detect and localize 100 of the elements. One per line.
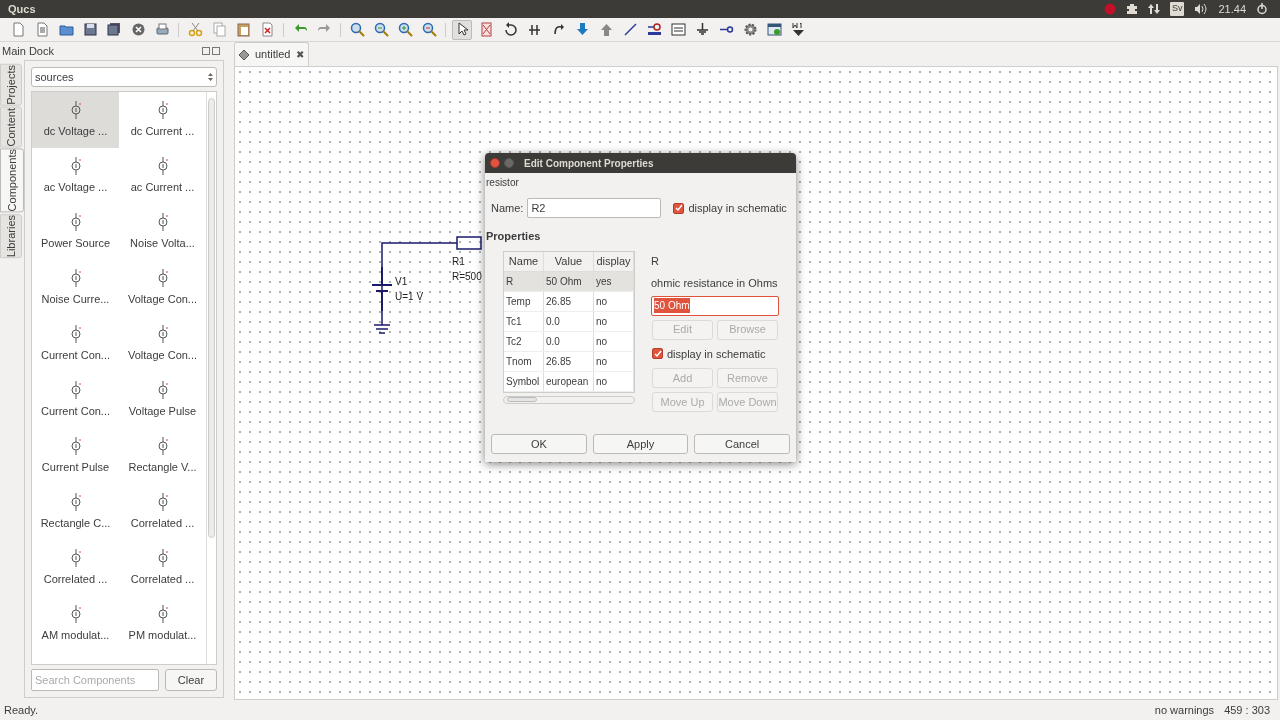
name-field[interactable]: R2 — [527, 198, 662, 218]
component-item[interactable]: Current Con... — [32, 316, 119, 372]
property-name: R — [651, 253, 660, 269]
column-header[interactable]: Value — [544, 251, 594, 271]
table-row[interactable]: Symbol european no — [504, 371, 634, 392]
puzzle-icon[interactable] — [1125, 3, 1138, 15]
volume-icon[interactable] — [1194, 3, 1209, 15]
table-row[interactable]: Tc2 0.0 no — [504, 331, 634, 352]
ground-symbol — [373, 310, 391, 334]
delete-document-icon — [259, 22, 275, 37]
rotate-icon — [502, 22, 518, 37]
dock-tab[interactable]: Libraries — [0, 213, 22, 258]
pointer-tool[interactable] — [452, 19, 472, 40]
down-arrow-icon — [574, 22, 590, 37]
value-field[interactable]: 50 Ohm — [651, 295, 779, 316]
table-row[interactable]: Tc1 0.0 no — [504, 311, 634, 332]
document-tab[interactable]: untitled ✖ — [234, 42, 310, 66]
zoom-out-icon — [421, 22, 437, 37]
component-symbol-icon — [157, 156, 168, 175]
component-symbol-icon — [70, 604, 81, 623]
component-symbol-icon — [157, 436, 168, 455]
component-item[interactable]: Correlated ... — [119, 540, 206, 596]
display-checkbox[interactable] — [652, 348, 663, 360]
equation-icon — [670, 22, 686, 37]
component-item[interactable]: Voltage Con... — [119, 260, 206, 316]
component-symbol-icon — [157, 212, 168, 231]
search-field[interactable]: Search Components — [31, 669, 159, 691]
zoom-in-icon — [397, 22, 413, 37]
column-header[interactable]: Name — [504, 251, 544, 271]
document-icon — [10, 22, 26, 37]
zoom-fit-icon — [349, 22, 365, 37]
dock-title: Main Dock — [2, 43, 54, 59]
dock-tab[interactable]: Content — [0, 106, 22, 148]
dock-tab[interactable]: Projects — [0, 64, 22, 106]
category-dropdown[interactable]: sources — [31, 67, 217, 87]
component-item[interactable]: Correlated ... — [32, 540, 119, 596]
component-symbol-icon — [157, 100, 168, 119]
scrollbar[interactable] — [206, 92, 216, 664]
keyboard-layout-indicator[interactable]: Sv — [1169, 2, 1185, 16]
close-tab-button[interactable]: ✖ — [296, 47, 305, 62]
tab-label: untitled — [255, 47, 291, 63]
component-symbol-icon — [70, 436, 81, 455]
scissors-icon — [187, 22, 203, 37]
text-document-icon — [34, 22, 50, 37]
display-checkbox[interactable] — [673, 202, 685, 214]
clear-button[interactable]: Clear — [165, 669, 217, 691]
component-item[interactable]: dc Voltage ... — [32, 92, 119, 148]
component-item[interactable]: AM modulat... — [32, 596, 119, 652]
component-item[interactable]: PM modulat... — [119, 596, 206, 652]
clipboard-icon — [235, 22, 251, 37]
component-label: R1 — [452, 256, 465, 267]
checkbox-label: display in schematic — [667, 346, 766, 362]
component-item[interactable]: Correlated ... — [119, 484, 206, 540]
component-item[interactable]: Noise Curre... — [32, 260, 119, 316]
component-type: resistor — [485, 176, 520, 190]
component-item[interactable]: Current Con... — [32, 372, 119, 428]
copy-icon — [211, 22, 227, 37]
deactivate-component-icon — [478, 22, 494, 37]
component-item[interactable]: Rectangle C... — [32, 484, 119, 540]
dialog-button[interactable]: OK — [491, 434, 587, 454]
network-arrows-icon[interactable] — [1147, 3, 1160, 15]
component-item[interactable]: Current Pulse — [32, 428, 119, 484]
dock-tab[interactable]: Components — [0, 148, 24, 213]
component-symbol-icon — [70, 492, 81, 511]
component-item[interactable]: Voltage Con... — [119, 316, 206, 372]
component-item[interactable]: Power Source — [32, 204, 119, 260]
checkbox-label: display in schematic — [688, 200, 787, 216]
component-item[interactable]: dc Current ... — [119, 92, 206, 148]
component-symbol-icon — [70, 548, 81, 567]
column-header[interactable]: display — [594, 251, 634, 271]
cursor-coordinates: 459 : 303 — [1224, 702, 1270, 718]
component-item[interactable]: Voltage Pulse — [119, 372, 206, 428]
dialog-button[interactable]: Apply — [592, 434, 689, 454]
component-symbol-icon — [157, 380, 168, 399]
component-item[interactable]: ac Voltage ... — [32, 148, 119, 204]
voltage-source-symbol — [371, 266, 393, 312]
spinner-arrows-icon — [208, 73, 213, 81]
dialog-button[interactable]: Cancel — [694, 434, 790, 454]
component-item[interactable]: Noise Volta... — [119, 204, 206, 260]
power-icon[interactable] — [1256, 3, 1268, 15]
label-icon — [646, 22, 662, 37]
component-item[interactable]: ac Current ... — [119, 148, 206, 204]
property-description: ohmic resistance in Ohms — [651, 276, 779, 291]
table-row[interactable]: Temp 26.85 no — [504, 291, 634, 312]
warnings-status: no warnings — [1154, 702, 1215, 718]
table-row[interactable]: Tnom 26.85 no — [504, 351, 634, 372]
clock[interactable]: 21.44 — [1218, 0, 1246, 18]
component-item[interactable]: Rectangle V... — [119, 428, 206, 484]
close-button[interactable] — [490, 158, 500, 168]
component-symbol-icon — [157, 548, 168, 567]
folder-icon — [58, 22, 74, 37]
document-icon — [239, 49, 249, 60]
marker-icon — [790, 22, 806, 37]
component-value: R=500 — [452, 271, 482, 282]
component-symbol-icon — [70, 212, 81, 231]
window-icon — [766, 22, 782, 37]
properties-heading: Properties — [485, 229, 542, 244]
component-symbol-icon — [157, 604, 168, 623]
component-symbol-icon — [157, 324, 168, 343]
table-row[interactable]: R 50 Ohm yes — [504, 271, 634, 292]
